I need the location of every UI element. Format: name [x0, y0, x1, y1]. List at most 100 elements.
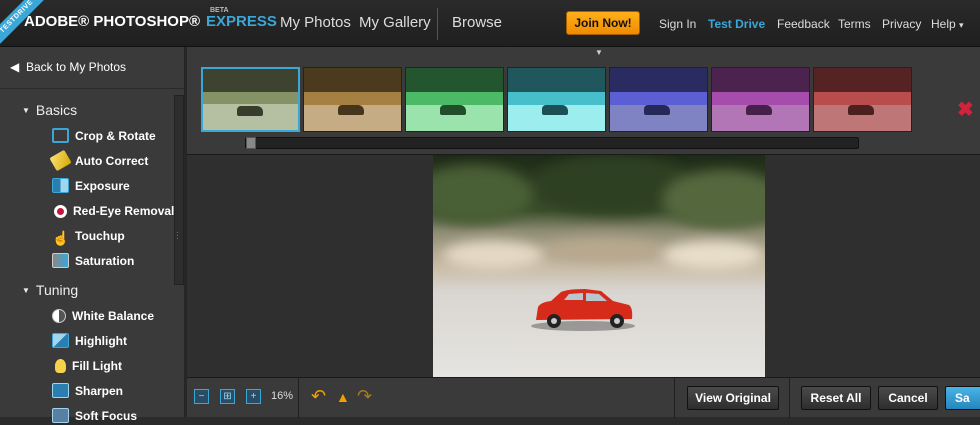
- tool-label: Touchup: [75, 229, 125, 243]
- rotate-up-icon[interactable]: ▲: [336, 389, 350, 405]
- thumbnail-image-part: [508, 91, 605, 105]
- section-basics[interactable]: ▼ Basics: [22, 102, 77, 118]
- brand-name: ADOBE® PHOTOSHOP®: [24, 13, 201, 30]
- zoom-in-icon[interactable]: +: [246, 389, 261, 404]
- section-tuning[interactable]: ▼ Tuning: [22, 282, 78, 298]
- tool-label: Highlight: [75, 334, 127, 348]
- back-label: Back to My Photos: [26, 60, 127, 74]
- feedback-link[interactable]: Feedback: [777, 17, 830, 31]
- tool-sharpen[interactable]: Sharpen: [52, 382, 123, 400]
- effect-thumbnail[interactable]: [507, 67, 606, 132]
- soft-focus-icon: [52, 408, 69, 423]
- product-logo[interactable]: ADOBE® PHOTOSHOP® EXPRESS: [24, 13, 277, 30]
- thumbnail-image-part: [304, 91, 401, 105]
- effect-thumbnail[interactable]: [201, 67, 300, 132]
- splitter-grip-icon[interactable]: · · ·: [176, 229, 179, 243]
- thumbnail-image-part: [712, 68, 809, 92]
- back-to-photos-button[interactable]: ◀ Back to My Photos: [0, 47, 186, 89]
- thumbnail-image-part: [610, 68, 707, 92]
- filmstrip-scrollbar[interactable]: [245, 137, 859, 149]
- thumbnail-image-part: [814, 68, 911, 92]
- thumbnail-image-part: [440, 105, 466, 115]
- join-now-button[interactable]: Join Now!: [566, 11, 640, 35]
- thumbnail-image-part: [406, 91, 503, 105]
- tool-auto-correct[interactable]: Auto Correct: [49, 149, 149, 172]
- collapse-arrow-icon[interactable]: ▼: [592, 48, 606, 58]
- tool-red-eye[interactable]: Red-Eye Removal: [52, 202, 174, 220]
- highlight-icon: [52, 333, 69, 348]
- effects-filmstrip: ▼ ✖: [187, 47, 980, 155]
- view-original-button[interactable]: View Original: [687, 386, 779, 410]
- magic-wand-icon: [49, 149, 72, 172]
- section-title: Basics: [35, 102, 78, 118]
- nav-my-gallery[interactable]: My Gallery: [359, 14, 431, 31]
- tool-exposure[interactable]: Exposure: [52, 177, 130, 195]
- chevron-down-icon: ▾: [959, 20, 964, 30]
- close-icon[interactable]: ✖: [957, 97, 974, 122]
- reset-all-button[interactable]: Reset All: [801, 386, 871, 410]
- thumbnail-image-part: [203, 92, 298, 105]
- tool-soft-focus[interactable]: Soft Focus: [52, 407, 137, 425]
- effect-thumbnail[interactable]: [303, 67, 402, 132]
- thumbnail-image-part: [644, 105, 670, 115]
- toolbar-divider: [674, 378, 675, 418]
- tool-white-balance[interactable]: White Balance: [52, 307, 154, 325]
- thumbnail-image-part: [338, 105, 364, 115]
- nav-browse[interactable]: Browse: [452, 14, 502, 31]
- test-drive-link[interactable]: Test Drive: [708, 17, 765, 31]
- tool-highlight[interactable]: Highlight: [52, 332, 127, 350]
- tool-label: Auto Correct: [75, 154, 149, 168]
- tool-fill-light[interactable]: Fill Light: [52, 357, 122, 375]
- save-button[interactable]: Sa: [945, 386, 980, 410]
- thumbnail-image-part: [712, 91, 809, 105]
- beta-label: BETA: [210, 7, 229, 14]
- photo-canvas: [187, 155, 980, 377]
- effect-thumbnail[interactable]: [609, 67, 708, 132]
- toolbar-divider: [789, 378, 790, 418]
- cancel-button[interactable]: Cancel: [878, 386, 938, 410]
- effect-thumbnail[interactable]: [405, 67, 504, 132]
- help-label: Help: [931, 17, 956, 31]
- privacy-link[interactable]: Privacy: [882, 17, 921, 31]
- sign-in-link[interactable]: Sign In: [659, 17, 696, 31]
- effect-thumbnail[interactable]: [711, 67, 810, 132]
- red-eye-icon: [54, 205, 67, 218]
- redo-icon[interactable]: ↷: [357, 386, 372, 407]
- tool-label: Saturation: [75, 254, 135, 268]
- thumbnail-image-part: [304, 68, 401, 92]
- help-link[interactable]: Help ▾: [931, 17, 964, 31]
- terms-link[interactable]: Terms: [838, 17, 871, 31]
- toolbar-divider: [298, 378, 299, 418]
- fit-screen-icon[interactable]: ⊞: [220, 389, 235, 404]
- thumbnail-image-part: [542, 105, 568, 115]
- hand-pointer-icon: ☝: [52, 230, 70, 246]
- bottom-toolbar: − ⊞ + 16% ↶ ▲ ↷ View Original Reset All …: [187, 377, 980, 418]
- tool-label: White Balance: [72, 309, 155, 323]
- thumbnail-image-part: [203, 69, 298, 93]
- nav-divider: [437, 8, 438, 40]
- effect-thumbnail[interactable]: [813, 67, 912, 132]
- tool-crop-rotate[interactable]: Crop & Rotate: [52, 127, 156, 145]
- product-name: EXPRESS: [206, 13, 277, 30]
- section-title: Tuning: [35, 282, 79, 298]
- undo-icon[interactable]: ↶: [311, 386, 326, 407]
- thumbnail-image-part: [237, 106, 263, 116]
- thumbnail-image-part: [848, 105, 874, 115]
- tool-label: Crop & Rotate: [75, 129, 156, 143]
- white-balance-icon: [52, 309, 66, 323]
- sidebar-scrollbar[interactable]: [174, 95, 184, 285]
- nav-my-photos[interactable]: My Photos: [280, 14, 351, 31]
- thumbnail-image-part: [814, 91, 911, 105]
- saturation-icon: [52, 253, 69, 268]
- thumbnail-image-part: [508, 68, 605, 92]
- tools-sidebar: ◀ Back to My Photos ▼ Basics Crop & Rotat…: [0, 47, 186, 423]
- tool-touchup[interactable]: ☝ Touchup: [52, 227, 125, 246]
- thumbnail-image-part: [406, 68, 503, 92]
- zoom-out-icon[interactable]: −: [194, 389, 209, 404]
- photo-image: [433, 155, 765, 377]
- exposure-icon: [52, 178, 69, 193]
- filmstrip-scroll-knob[interactable]: [246, 137, 256, 149]
- crop-icon: [52, 128, 69, 143]
- tool-saturation[interactable]: Saturation: [52, 252, 134, 270]
- sharpen-icon: [52, 383, 69, 398]
